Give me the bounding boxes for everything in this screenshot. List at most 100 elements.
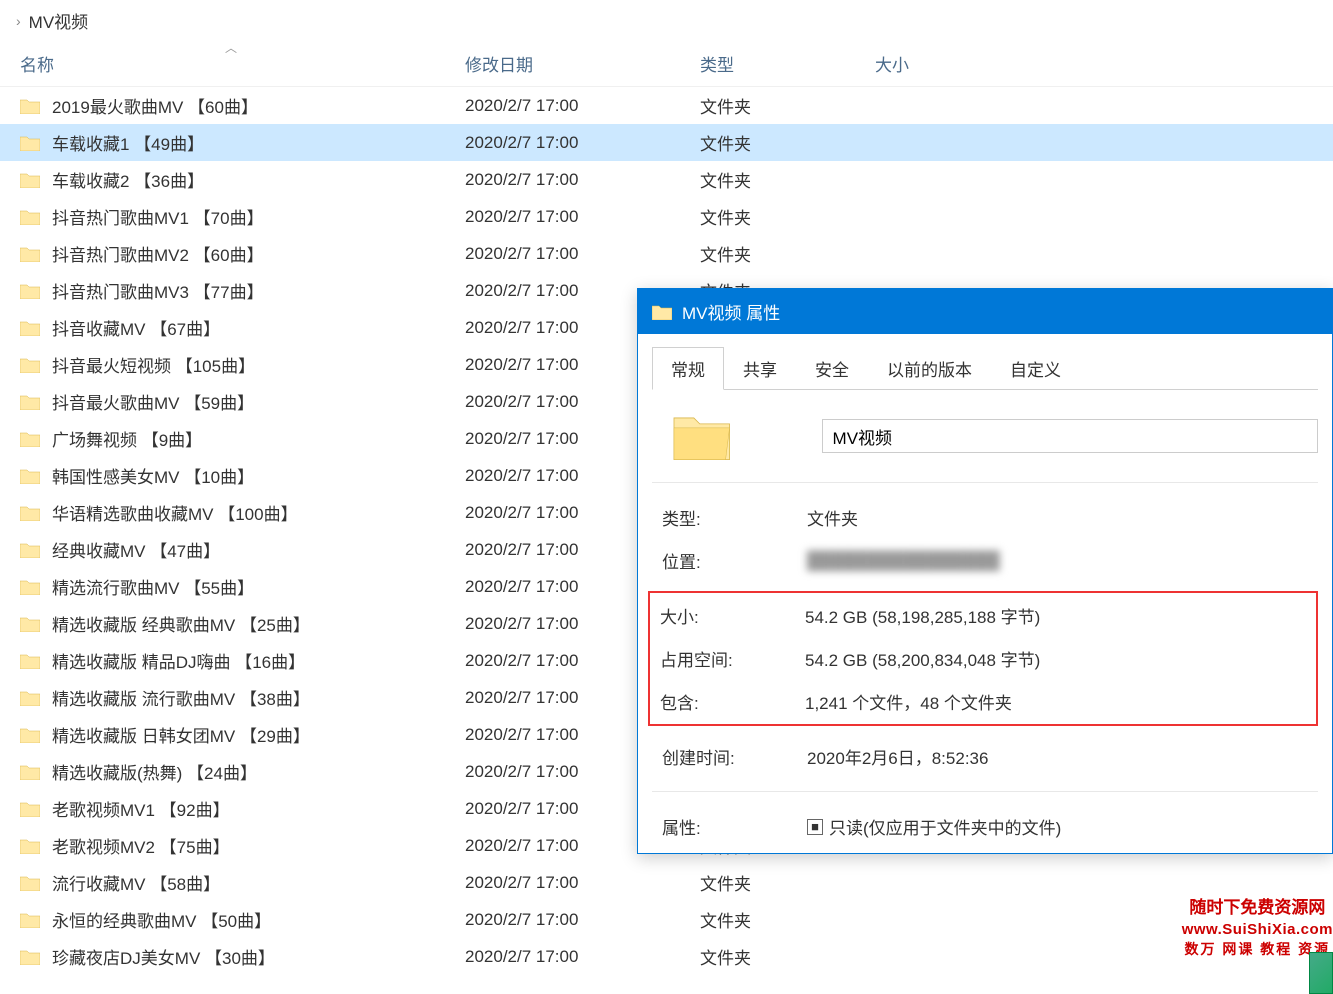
table-row[interactable]: 流行收藏MV 【58曲】2020/2/7 17:00文件夹	[0, 864, 1333, 901]
dialog-title: MV视频 属性	[682, 299, 780, 324]
prop-label-size-on-disk: 占用空间:	[660, 646, 805, 671]
folder-icon	[20, 394, 40, 410]
watermark-line2: www.SuiShiXia.com	[1182, 919, 1333, 940]
folder-icon	[20, 764, 40, 780]
file-type: 文件夹	[700, 870, 875, 895]
folder-name-input[interactable]	[822, 419, 1318, 453]
file-name: 精选收藏版 经典歌曲MV 【25曲】	[52, 611, 310, 636]
file-type: 文件夹	[700, 167, 875, 192]
green-corner-decoration	[1309, 952, 1333, 994]
readonly-label: 只读(仅应用于文件夹中的文件)	[829, 814, 1061, 839]
prop-value-type: 文件夹	[807, 505, 858, 530]
prop-label-contains: 包含:	[660, 689, 805, 714]
column-header-date[interactable]: 修改日期	[465, 51, 700, 76]
folder-icon	[20, 653, 40, 669]
file-name: 华语精选歌曲收藏MV 【100曲】	[52, 500, 298, 525]
file-name: 抖音热门歌曲MV1 【70曲】	[52, 204, 264, 229]
watermark-line1: 随时下免费资源网	[1182, 896, 1333, 920]
table-row[interactable]: 2019最火歌曲MV 【60曲】2020/2/7 17:00文件夹	[0, 87, 1333, 124]
file-name: 精选收藏版 精品DJ嗨曲 【16曲】	[52, 648, 305, 673]
folder-icon	[20, 505, 40, 521]
folder-icon	[20, 98, 40, 114]
prop-row-size: 大小: 54.2 GB (58,198,285,188 字节)	[650, 603, 1310, 628]
folder-icon	[20, 246, 40, 262]
prop-label-location: 位置:	[662, 548, 807, 573]
folder-icon	[20, 320, 40, 336]
folder-icon	[20, 801, 40, 817]
tab-customize[interactable]: 自定义	[991, 347, 1080, 390]
file-type: 文件夹	[700, 130, 875, 155]
prop-value-size-on-disk: 54.2 GB (58,200,834,048 字节)	[805, 646, 1040, 671]
file-name: 车载收藏1 【49曲】	[52, 130, 204, 155]
file-date: 2020/2/7 17:00	[465, 96, 700, 116]
file-name: 精选收藏版 流行歌曲MV 【38曲】	[52, 685, 310, 710]
file-name: 韩国性感美女MV 【10曲】	[52, 463, 254, 488]
file-date: 2020/2/7 17:00	[465, 207, 700, 227]
prop-value-size: 54.2 GB (58,198,285,188 字节)	[805, 603, 1040, 628]
file-name: 老歌视频MV1 【92曲】	[52, 796, 230, 821]
folder-icon	[652, 304, 672, 320]
column-header-type[interactable]: 类型	[700, 51, 875, 76]
file-name: 精选收藏版(热舞) 【24曲】	[52, 759, 257, 784]
file-type: 文件夹	[700, 944, 875, 969]
prop-row-size-on-disk: 占用空间: 54.2 GB (58,200,834,048 字节)	[650, 646, 1310, 671]
tab-prev-versions[interactable]: 以前的版本	[868, 347, 991, 390]
file-date: 2020/2/7 17:00	[465, 910, 700, 930]
dialog-titlebar[interactable]: MV视频 属性	[638, 289, 1332, 334]
table-row[interactable]: 珍藏夜店DJ美女MV 【30曲】 2020/2/7 17:00文件夹	[0, 938, 1333, 975]
large-folder-icon	[672, 410, 732, 462]
prop-row-type: 类型: 文件夹	[652, 505, 1318, 530]
table-row[interactable]: 抖音热门歌曲MV2 【60曲】2020/2/7 17:00文件夹	[0, 235, 1333, 272]
prop-value-attributes: ■ 只读(仅应用于文件夹中的文件)	[807, 814, 1061, 839]
prop-row-contains: 包含: 1,241 个文件，48 个文件夹	[650, 689, 1310, 714]
file-name: 2019最火歌曲MV 【60曲】	[52, 93, 258, 118]
file-name: 经典收藏MV 【47曲】	[52, 537, 220, 562]
breadcrumb: › MV视频	[0, 0, 1333, 41]
readonly-checkbox[interactable]: ■	[807, 819, 823, 835]
file-type: 文件夹	[700, 204, 875, 229]
dialog-body: 常规 共享 安全 以前的版本 自定义 类型: 文件夹 位置: █████████…	[638, 334, 1332, 853]
tab-general[interactable]: 常规	[652, 347, 724, 390]
file-name: 抖音最火歌曲MV 【59曲】	[52, 389, 254, 414]
folder-icon	[20, 875, 40, 891]
table-row[interactable]: 抖音热门歌曲MV1 【70曲】 2020/2/7 17:00文件夹	[0, 198, 1333, 235]
file-name: 珍藏夜店DJ美女MV 【30曲】	[52, 944, 275, 969]
sort-asc-icon: ︿	[225, 39, 237, 56]
breadcrumb-arrow-icon: ›	[16, 13, 21, 29]
folder-icon	[20, 616, 40, 632]
folder-icon	[20, 468, 40, 484]
file-name: 精选流行歌曲MV 【55曲】	[52, 574, 254, 599]
folder-icon	[20, 690, 40, 706]
folder-icon	[20, 209, 40, 225]
folder-icon	[20, 283, 40, 299]
watermark: 随时下免费资源网 www.SuiShiXia.com 数万 网课 教程 资源	[1182, 896, 1333, 960]
folder-icon	[20, 135, 40, 151]
column-headers: ︿ 名称 修改日期 类型 大小	[0, 41, 1333, 87]
file-date: 2020/2/7 17:00	[465, 947, 700, 967]
prop-row-attributes: 属性: ■ 只读(仅应用于文件夹中的文件)	[652, 814, 1318, 839]
folder-icon	[20, 949, 40, 965]
file-date: 2020/2/7 17:00	[465, 170, 700, 190]
table-row[interactable]: 车载收藏1 【49曲】2020/2/7 17:00文件夹	[0, 124, 1333, 161]
prop-label-size: 大小:	[660, 603, 805, 628]
prop-label-type: 类型:	[662, 505, 807, 530]
file-type: 文件夹	[700, 907, 875, 932]
prop-label-attributes: 属性:	[662, 814, 807, 839]
tab-share[interactable]: 共享	[724, 347, 796, 390]
breadcrumb-folder[interactable]: MV视频	[29, 8, 89, 33]
table-row[interactable]: 车载收藏2 【36曲】 2020/2/7 17:00文件夹	[0, 161, 1333, 198]
folder-icon	[20, 838, 40, 854]
folder-icon	[20, 172, 40, 188]
file-name: 抖音热门歌曲MV2 【60曲】	[52, 241, 264, 266]
prop-row-location: 位置: ████████████████	[652, 548, 1318, 573]
column-header-size[interactable]: 大小	[875, 51, 995, 76]
annotated-size-box: 大小: 54.2 GB (58,198,285,188 字节) 占用空间: 54…	[648, 591, 1318, 726]
tab-strip: 常规 共享 安全 以前的版本 自定义	[652, 346, 1318, 390]
table-row[interactable]: 永恒的经典歌曲MV 【50曲】2020/2/7 17:00文件夹	[0, 901, 1333, 938]
folder-icon	[20, 727, 40, 743]
file-name: 老歌视频MV2 【75曲】	[52, 833, 230, 858]
file-name: 流行收藏MV 【58曲】	[52, 870, 220, 895]
tab-security[interactable]: 安全	[796, 347, 868, 390]
column-header-name[interactable]: 名称	[20, 51, 465, 76]
file-name: 车载收藏2 【36曲】	[52, 167, 204, 192]
